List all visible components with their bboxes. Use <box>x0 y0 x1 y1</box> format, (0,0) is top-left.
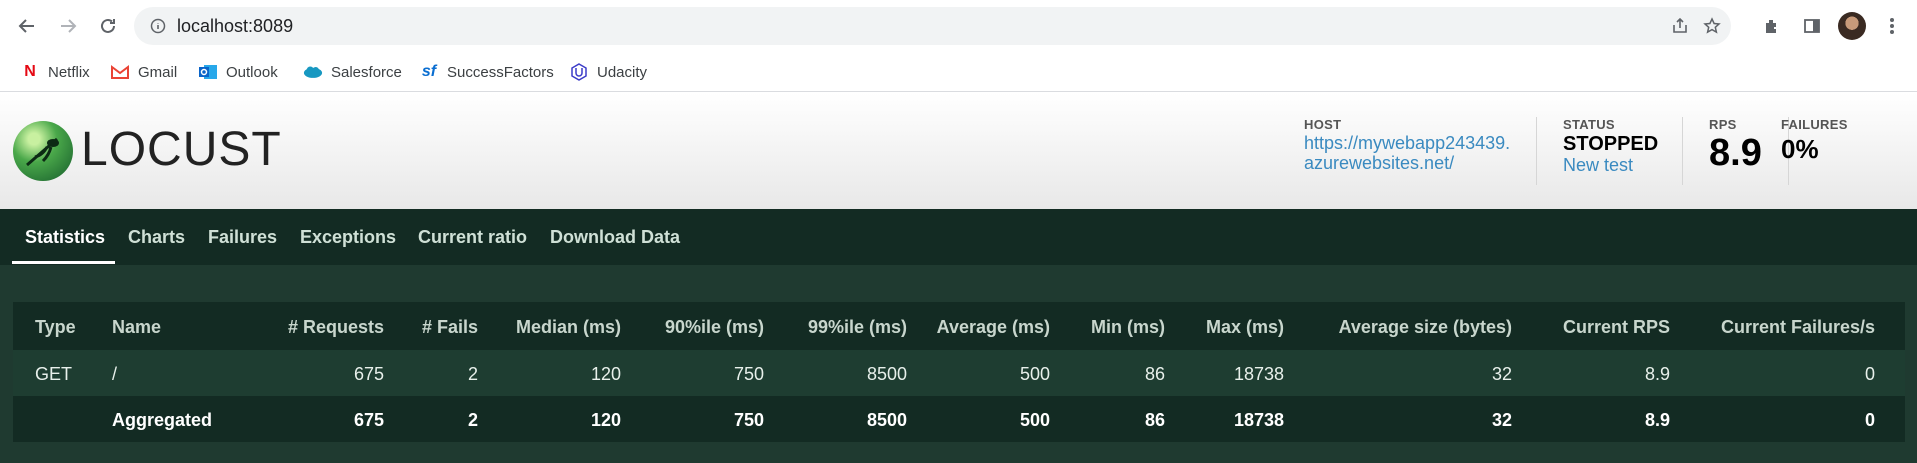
table-cell: 675 <box>353 410 384 430</box>
back-arrow-icon <box>18 19 34 33</box>
bookmark-outlook[interactable]: Outlook <box>198 59 278 85</box>
gmail-icon <box>110 62 130 82</box>
active-tab-indicator <box>12 261 115 264</box>
successfactors-icon: sf <box>421 63 437 80</box>
rps-label: RPS <box>1709 117 1737 132</box>
table-cell: 750 <box>733 410 764 430</box>
forward-arrow-icon <box>61 19 77 33</box>
address-text[interactable]: localhost:8089 <box>177 16 293 37</box>
failures-label: FAILURES <box>1781 117 1848 132</box>
reload-button[interactable] <box>95 13 121 39</box>
column-header[interactable]: Average size (bytes) <box>1339 317 1512 338</box>
locust-logo-text: LOCUST <box>81 123 282 176</box>
column-header[interactable]: Average (ms) <box>937 317 1050 338</box>
rps-value: 8.9 <box>1709 132 1762 174</box>
table-cell: Aggregated <box>112 410 213 430</box>
column-header[interactable]: Name <box>112 317 161 338</box>
browser-toolbar: localhost:8089 <box>0 0 1917 52</box>
host-link[interactable]: https://mywebapp243439. azurewebsites.ne… <box>1304 133 1510 173</box>
tab-failures[interactable]: Failures <box>208 227 277 248</box>
salesforce-icon <box>303 62 323 82</box>
bookmarks-bar: N Netflix Gmail Outlook Salesforce sf Su… <box>0 52 1917 92</box>
outlook-icon <box>198 62 218 82</box>
table-cell: 86 <box>1144 364 1165 384</box>
table-cell: 32 <box>1491 410 1512 430</box>
tab-download-data[interactable]: Download Data <box>550 227 680 248</box>
table-cell: 8.9 <box>1644 364 1670 384</box>
bookmark-salesforce[interactable]: Salesforce <box>303 59 402 85</box>
table-cell: 18738 <box>1233 410 1284 430</box>
table-cell: / <box>112 364 118 384</box>
column-header[interactable]: Current Failures/s <box>1721 317 1875 338</box>
site-info-icon[interactable] <box>150 18 166 34</box>
table-row: GET / 675 2 120 750 8500 500 86 18738 32… <box>13 350 1905 396</box>
column-header[interactable]: Type <box>35 317 76 338</box>
address-bar[interactable]: localhost:8089 <box>134 7 1731 45</box>
bookmark-gmail[interactable]: Gmail <box>110 59 177 85</box>
table-cell: 2 <box>467 410 478 430</box>
table-cell: 500 <box>1019 410 1050 430</box>
column-header[interactable]: 90%ile (ms) <box>665 317 764 338</box>
bookmark-label: SuccessFactors <box>447 63 554 81</box>
browser-menu-icon[interactable] <box>1879 13 1905 39</box>
forward-button[interactable] <box>55 13 81 39</box>
netflix-icon: N <box>24 63 36 80</box>
table-cell: 120 <box>590 364 621 384</box>
tab-charts[interactable]: Charts <box>128 227 185 248</box>
table-cell: 2 <box>467 364 478 384</box>
column-header[interactable]: Median (ms) <box>516 317 621 338</box>
header-divider <box>1682 117 1683 185</box>
status-label: STATUS <box>1563 117 1615 132</box>
column-header[interactable]: 99%ile (ms) <box>808 317 907 338</box>
column-header[interactable]: Current RPS <box>1563 317 1670 338</box>
new-test-link[interactable]: New test <box>1563 155 1633 176</box>
bookmark-label: Gmail <box>138 63 178 81</box>
table-row-aggregated: Aggregated 675 2 120 750 8500 500 86 187… <box>13 396 1905 442</box>
tab-current-ratio[interactable]: Current ratio <box>418 227 527 248</box>
table-cell: 8500 <box>866 410 907 430</box>
tab-statistics[interactable]: Statistics <box>25 227 105 248</box>
reload-icon <box>101 18 115 33</box>
table-cell: 0 <box>1864 410 1875 430</box>
table-cell: 8500 <box>866 364 907 384</box>
profile-avatar[interactable] <box>1838 12 1866 40</box>
bookmark-label: Outlook <box>226 63 278 81</box>
table-header-row: Type Name # Requests # Fails Median (ms)… <box>13 302 1905 350</box>
bookmark-star-icon[interactable] <box>1703 17 1721 35</box>
bookmark-label: Salesforce <box>331 63 402 81</box>
status-value: STOPPED <box>1563 133 1659 155</box>
table-cell: 86 <box>1144 410 1165 430</box>
table-cell: 675 <box>353 364 384 384</box>
column-header[interactable]: # Fails <box>422 317 478 338</box>
table-cell: 32 <box>1491 364 1512 384</box>
bookmark-udacity[interactable]: Udacity <box>569 59 647 85</box>
bookmark-successfactors[interactable]: sf SuccessFactors <box>419 59 554 85</box>
locust-logo-icon <box>13 121 73 181</box>
column-header[interactable]: Max (ms) <box>1206 317 1284 338</box>
table-cell: 750 <box>733 364 764 384</box>
table-cell: 0 <box>1864 364 1875 384</box>
table-cell: GET <box>35 364 73 384</box>
host-line-2: azurewebsites.net/ <box>1304 153 1455 173</box>
back-button[interactable] <box>14 13 40 39</box>
failures-value: 0% <box>1781 134 1819 164</box>
host-line-1: https://mywebapp243439. <box>1304 133 1511 153</box>
tab-exceptions[interactable]: Exceptions <box>300 227 396 248</box>
side-panel-icon[interactable] <box>1799 13 1825 39</box>
column-header[interactable]: Min (ms) <box>1091 317 1165 338</box>
bookmark-netflix[interactable]: N Netflix <box>20 59 90 85</box>
table-cell: 120 <box>590 410 621 430</box>
extensions-icon[interactable] <box>1759 13 1785 39</box>
column-header[interactable]: # Requests <box>288 317 384 338</box>
header-divider <box>1536 117 1537 185</box>
table-cell: 8.9 <box>1644 410 1670 430</box>
table-cell: 18738 <box>1233 364 1284 384</box>
table-cell: 500 <box>1019 364 1050 384</box>
bookmark-label: Udacity <box>597 63 648 81</box>
bookmark-label: Netflix <box>48 63 90 81</box>
share-icon[interactable] <box>1671 17 1689 35</box>
udacity-icon <box>569 62 589 82</box>
tab-bar: Statistics Charts Failures Exceptions Cu… <box>0 209 1917 265</box>
host-label: HOST <box>1304 117 1342 132</box>
